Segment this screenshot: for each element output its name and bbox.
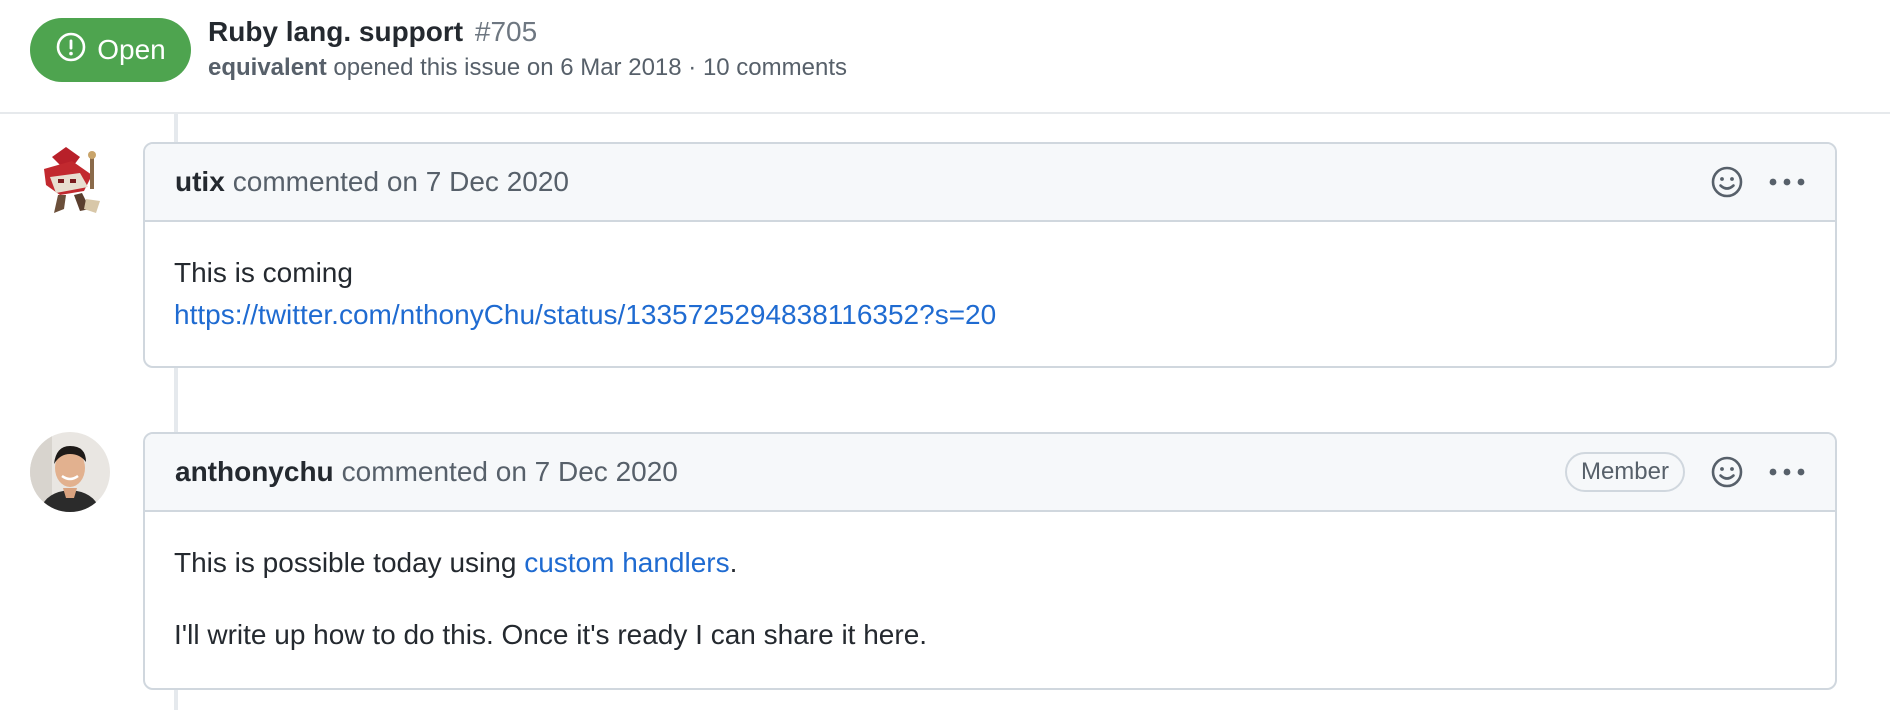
comment-timestamp[interactable]: commented on 7 Dec 2020	[233, 166, 569, 198]
avatar-anthonychu[interactable]	[30, 432, 110, 512]
comment-author-link[interactable]: anthonychu	[175, 456, 334, 488]
issue-header: Open Ruby lang. support #705 equivalent …	[0, 0, 1890, 114]
smiley-icon	[1711, 166, 1743, 198]
custom-handlers-link[interactable]: custom handlers	[524, 547, 729, 578]
member-role-badge: Member	[1564, 452, 1685, 492]
issue-number: #705	[474, 16, 538, 47]
comment-anthonychu: anthonychu commented on 7 Dec 2020 Membe…	[143, 432, 1837, 690]
comment-paragraph: I'll write up how to do this. Once it's …	[174, 619, 928, 650]
comment-utix: utix commented on 7 Dec 2020 This is com…	[143, 142, 1837, 368]
issue-opened-icon	[55, 31, 87, 70]
comment-author-link[interactable]: utix	[175, 166, 225, 198]
comment-text: This is coming	[174, 257, 353, 288]
comment-text: This is possible today using	[174, 547, 525, 578]
comment-text: .	[729, 547, 738, 578]
tweet-link[interactable]: https://twitter.com/nthonyChu/status/133…	[174, 299, 996, 330]
issue-state-badge: Open	[30, 18, 191, 82]
add-reaction-button[interactable]	[1707, 452, 1747, 492]
comment-paragraph: This is possible today using custom hand…	[174, 542, 1807, 584]
issue-title-line: Ruby lang. support #705	[208, 14, 537, 50]
kebab-horizontal-icon	[1769, 468, 1805, 476]
comment-options-button[interactable]	[1765, 452, 1809, 492]
avatar-utix[interactable]	[30, 143, 110, 223]
kebab-horizontal-icon	[1769, 178, 1805, 186]
comment-body: This is coming https://twitter.com/nthon…	[145, 222, 1835, 336]
comment-options-button[interactable]	[1765, 162, 1809, 202]
comment-header: utix commented on 7 Dec 2020	[145, 144, 1835, 222]
comment-body: This is possible today using custom hand…	[145, 512, 1835, 656]
smiley-icon	[1711, 456, 1743, 488]
add-reaction-button[interactable]	[1707, 162, 1747, 202]
issue-author-link[interactable]: equivalent	[208, 54, 327, 81]
issue-state-label: Open	[97, 34, 166, 65]
comment-header: anthonychu commented on 7 Dec 2020 Membe…	[145, 434, 1835, 512]
issue-meta: equivalent opened this issue on 6 Mar 20…	[208, 52, 847, 84]
comment-timestamp[interactable]: commented on 7 Dec 2020	[342, 456, 678, 488]
issue-title: Ruby lang. support	[208, 16, 464, 47]
issue-meta-text: opened this issue on 6 Mar 2018 · 10 com…	[333, 54, 847, 81]
